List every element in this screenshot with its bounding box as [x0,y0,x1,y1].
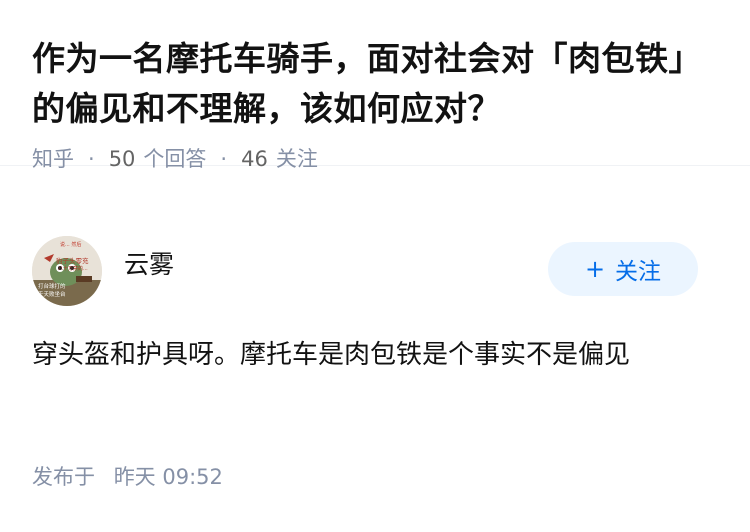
separator-dot: · [88,147,95,171]
question-meta: 知乎 · 50 个回答 · 46 关注 [32,144,718,174]
avatar-caption-top: 说... 然后 [60,241,81,248]
question-title[interactable]: 作为一名摩托车骑手，面对社会对「肉包铁」的偏见和不理解，该如何应对？ [32,34,718,134]
answer-content[interactable]: 穿头盔和护具呀。摩托车是肉包铁是个事实不是偏见 [32,332,718,378]
author-name[interactable]: 云雾 [124,248,174,282]
avatar-caption-3: 打台球打的 [38,282,66,290]
separator-dot: · [220,147,228,171]
avatar-caption-4: 夭夭败坐台 [38,290,66,298]
follow-button[interactable]: + 关注 [548,242,698,296]
source-label[interactable]: 知乎 [32,144,74,174]
answer-count-label: 个回答 [143,147,207,171]
follower-count-label: 关注 [275,147,318,171]
avatar-caption-2: 八十万禁的... [58,265,88,272]
avatar-caption-1: 豹子头零充 [56,256,89,265]
avatar-image: 说... 然后 豹子头零充 八十万禁的... 打台球打的 夭夭败坐台 [32,236,102,306]
follow-button-label: 关注 [615,259,662,285]
time-value: 昨天 09:52 [113,465,223,489]
answer-time: 发布于 昨天 09:52 [32,462,223,492]
follower-count: 46 [241,147,268,171]
answer-count: 50 [108,147,136,171]
plus-icon: + [584,255,606,283]
author-row: 说... 然后 豹子头零充 八十万禁的... 打台球打的 夭夭败坐台 云雾 + … [32,236,698,306]
time-label: 发布于 [32,465,95,489]
avatar[interactable]: 说... 然后 豹子头零充 八十万禁的... 打台球打的 夭夭败坐台 [32,236,102,306]
question-header: 作为一名摩托车骑手，面对社会对「肉包铁」的偏见和不理解，该如何应对？ 知乎 · … [0,0,750,171]
